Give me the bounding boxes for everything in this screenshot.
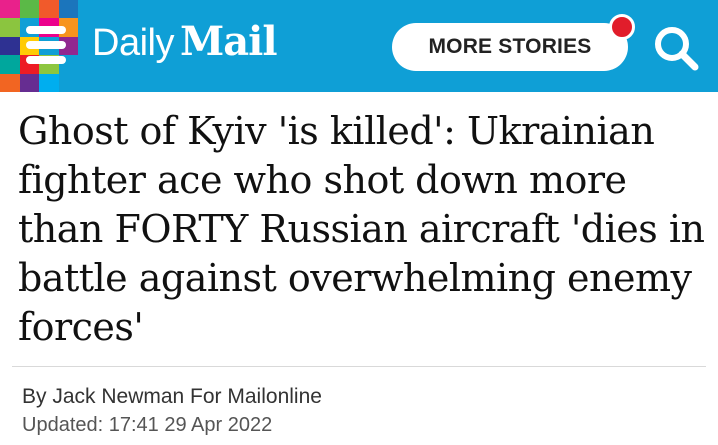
article-headline: Ghost of Kyiv 'is killed': Ukrainian fig…	[18, 109, 705, 349]
more-stories-button[interactable]: MORE STORIES	[392, 23, 628, 71]
mosaic-tile	[0, 73, 20, 92]
site-logo[interactable]: Daily Mail	[92, 18, 278, 72]
mosaic-tile	[0, 36, 20, 56]
menu-icon-bar	[26, 56, 66, 64]
mosaic-tile	[58, 73, 78, 92]
notification-dot	[609, 14, 635, 40]
mosaic-tile	[0, 0, 20, 19]
logo-daily-text: Daily	[92, 22, 174, 64]
article-updated-timestamp: Updated: 17:41 29 Apr 2022	[22, 414, 273, 436]
article-page: Daily Mail MORE STORIES Ghost of Kyiv 'i…	[0, 0, 718, 445]
mosaic-tile	[0, 18, 20, 37]
menu-icon[interactable]	[22, 22, 72, 68]
mosaic-tile	[58, 0, 78, 19]
divider	[12, 366, 706, 367]
mosaic-tile	[39, 73, 59, 92]
menu-icon-bar	[26, 41, 66, 49]
mosaic-tile	[0, 55, 20, 74]
mosaic-tile	[39, 0, 59, 19]
article-byline[interactable]: By Jack Newman For Mailonline	[22, 385, 322, 409]
logo-mail-text: Mail	[179, 18, 278, 65]
menu-icon-bar	[26, 26, 66, 34]
mosaic-tile	[19, 73, 39, 92]
site-header: Daily Mail MORE STORIES	[0, 0, 718, 92]
mosaic-tile	[19, 0, 39, 19]
search-icon[interactable]	[652, 24, 700, 72]
